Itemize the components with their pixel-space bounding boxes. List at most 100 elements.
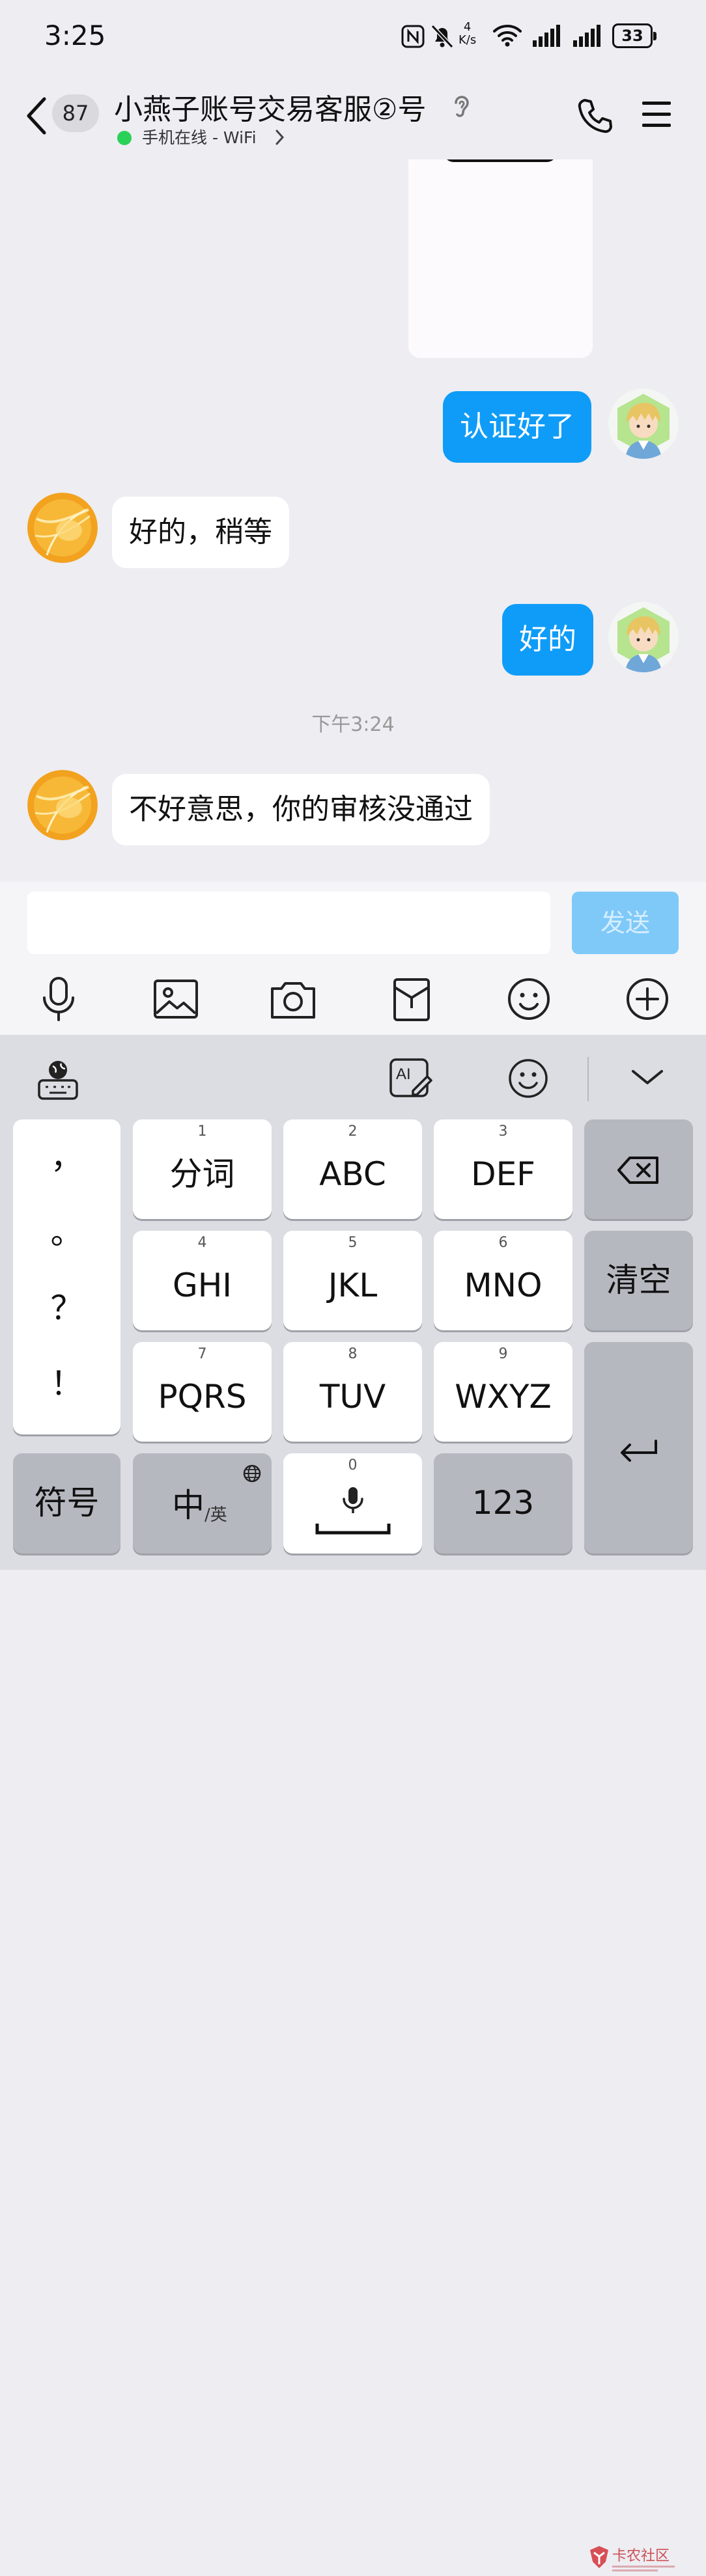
emoji-icon[interactable] — [503, 973, 555, 1025]
svg-text:AI: AI — [396, 1065, 411, 1083]
ime-keyboard: AI ， 。 ？ ！ 1 分词 2 ABC 3 DEF 4 GHI 5 JKL … — [0, 1035, 706, 2571]
key-number: 5 — [348, 1235, 358, 1251]
key-6[interactable]: 6 MNO — [434, 1231, 572, 1330]
key-label: GHI — [172, 1267, 233, 1304]
online-status-text[interactable]: 手机在线 - WiFi — [142, 125, 257, 148]
key-2[interactable]: 2 ABC — [283, 1119, 422, 1219]
key-label: ABC — [319, 1155, 386, 1193]
globe-icon — [243, 1464, 261, 1483]
punct-question-key[interactable]: ？ — [13, 1282, 120, 1329]
chat-title[interactable]: 小燕子账号交易客服②号 — [114, 86, 426, 128]
key-4[interactable]: 4 GHI — [133, 1231, 272, 1330]
number-mode-label: 123 — [472, 1484, 535, 1522]
punct-exclaim-key[interactable]: ！ — [13, 1358, 120, 1404]
message-bubble-received[interactable]: 好的，稍等 — [112, 497, 289, 568]
ai-write-icon[interactable]: AI — [387, 1056, 435, 1101]
punct-comma-key[interactable]: ， — [13, 1131, 120, 1178]
ear-icon[interactable] — [452, 92, 472, 120]
key-8[interactable]: 8 TUV — [283, 1342, 422, 1442]
key-number: 2 — [348, 1123, 358, 1140]
symbol-key[interactable]: 符号 — [13, 1453, 120, 1554]
punct-period-key[interactable]: 。 — [13, 1207, 120, 1254]
lang-sub-label: /英 — [205, 1505, 227, 1525]
status-bar: 3:25 4 K/s 33 — [0, 0, 706, 78]
avatar-contact-image — [27, 770, 98, 840]
keyboard-emoji-icon[interactable] — [507, 1057, 550, 1100]
clear-key[interactable]: 清空 — [584, 1231, 693, 1330]
message-bubble-sent[interactable]: 好的 — [502, 604, 593, 676]
status-time: 3:25 — [44, 20, 106, 51]
avatar-contact-image — [27, 493, 98, 563]
symbol-key-label: 符号 — [34, 1484, 100, 1522]
message-timestamp: 下午3:24 — [311, 713, 395, 736]
message-bubble-received[interactable]: 不好意思，你的审核没通过 — [112, 774, 490, 845]
language-switch-key[interactable]: 中 /英 — [133, 1453, 272, 1554]
space-key[interactable]: 0 — [283, 1453, 422, 1554]
microphone-icon[interactable] — [33, 973, 85, 1025]
svg-text:卡农社区: 卡农社区 — [612, 2548, 670, 2564]
message-list[interactable]: 认证好了 好的，稍等 好的 下午3:24 不好意思，你的审核没通过 — [0, 159, 706, 882]
key-number: 1 — [197, 1123, 207, 1140]
plus-icon[interactable] — [621, 973, 673, 1025]
key-label: DEF — [471, 1155, 535, 1193]
chevron-right-icon[interactable] — [275, 129, 285, 146]
avatar-contact[interactable] — [27, 770, 98, 840]
net-speed-value: 4 — [463, 20, 472, 34]
avatar-self[interactable] — [608, 602, 679, 672]
avatar-self-image — [608, 389, 679, 459]
net-speed-unit: K/s — [459, 33, 477, 47]
red-packet-icon[interactable] — [386, 973, 438, 1025]
nfc-icon — [401, 25, 425, 48]
mute-bell-icon — [431, 24, 454, 49]
key-label: JKL — [328, 1267, 378, 1304]
lang-main-label: 中 — [172, 1487, 205, 1524]
key-label: MNO — [464, 1267, 543, 1304]
unread-count-badge[interactable]: 87 — [52, 94, 99, 132]
punctuation-column[interactable]: ， 。 ？ ！ — [13, 1119, 120, 1434]
avatar-contact[interactable] — [27, 493, 98, 563]
key-5[interactable]: 5 JKL — [283, 1231, 422, 1330]
phone-call-icon[interactable] — [577, 98, 614, 135]
chat-header: 87 小燕子账号交易客服②号 手机在线 - WiFi — [0, 78, 706, 159]
net-speed: 4 K/s — [459, 21, 476, 47]
voice-space-icon — [315, 1487, 391, 1535]
battery-indicator: 33 — [612, 23, 657, 48]
key-7[interactable]: 7 PQRS — [133, 1342, 272, 1442]
key-label: TUV — [319, 1378, 386, 1416]
image-message-content — [444, 159, 556, 162]
collapse-keyboard-icon[interactable] — [630, 1066, 664, 1088]
key-number: 9 — [498, 1346, 508, 1362]
number-mode-key[interactable]: 123 — [434, 1453, 572, 1554]
message-input[interactable] — [27, 892, 550, 954]
globe-keyboard-icon[interactable] — [35, 1057, 81, 1103]
camera-icon[interactable] — [267, 973, 319, 1025]
key-number: 4 — [197, 1235, 207, 1251]
avatar-self[interactable] — [608, 389, 679, 459]
key-9[interactable]: 9 WXYZ — [434, 1342, 572, 1442]
menu-icon[interactable] — [641, 100, 672, 129]
clear-key-label: 清空 — [606, 1261, 671, 1299]
key-3[interactable]: 3 DEF — [434, 1119, 572, 1219]
wifi-icon — [493, 25, 522, 47]
enter-icon — [621, 1440, 657, 1462]
key-number: 0 — [348, 1457, 358, 1473]
key-label: 分词 — [169, 1155, 235, 1193]
watermark-logo: 卡农社区 — [587, 2543, 692, 2576]
signal-icon — [533, 25, 560, 47]
key-label: WXYZ — [455, 1378, 552, 1416]
signal-icon — [573, 25, 600, 47]
image-message-card[interactable] — [408, 159, 593, 358]
send-button[interactable]: 发送 — [572, 892, 679, 954]
toolbar-divider — [587, 1057, 589, 1101]
avatar-self-image — [608, 602, 679, 672]
image-icon[interactable] — [150, 973, 202, 1025]
watermark-logo-image: 卡农社区 — [590, 2546, 675, 2571]
backspace-key[interactable] — [584, 1119, 693, 1219]
enter-key[interactable] — [584, 1342, 693, 1554]
message-bubble-sent[interactable]: 认证好了 — [443, 391, 591, 463]
online-status-dot — [117, 131, 132, 145]
key-number: 7 — [197, 1346, 207, 1362]
backspace-icon — [617, 1157, 658, 1184]
back-arrow-icon[interactable] — [25, 96, 48, 135]
key-1[interactable]: 1 分词 — [133, 1119, 272, 1219]
